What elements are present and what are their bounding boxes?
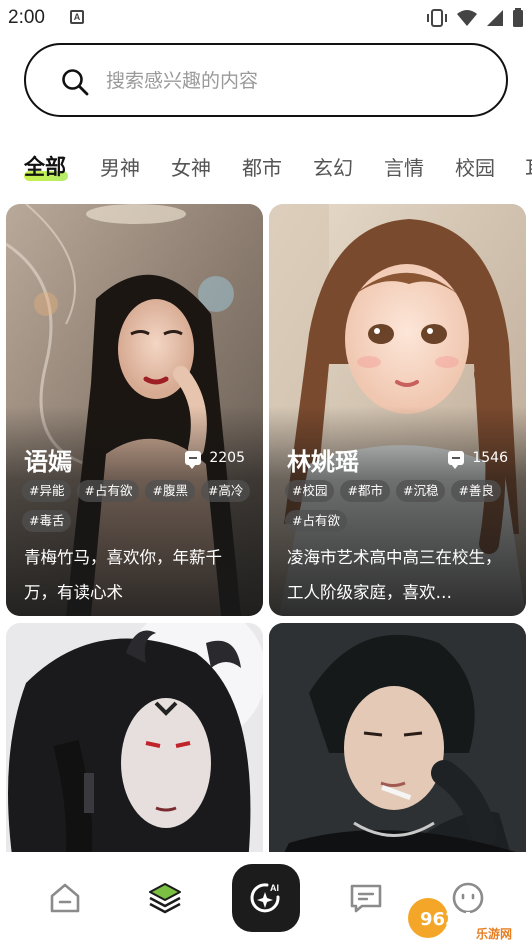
tag: #占有欲: [285, 510, 347, 532]
status-icons: [426, 8, 524, 28]
battery-icon: [513, 8, 523, 27]
tag: #校园: [285, 480, 335, 502]
character-card[interactable]: [6, 623, 263, 883]
tab-romance[interactable]: 言情: [384, 152, 424, 181]
character-portrait: [6, 623, 263, 883]
tab-all[interactable]: 全部: [24, 151, 66, 181]
category-tabs: 全部 男神 女神 都市 玄幻 言情 校园 耳: [0, 148, 532, 188]
tag: #高冷: [200, 480, 251, 502]
ai-create-button[interactable]: AI: [232, 864, 300, 932]
status-bar: 2:00 A: [0, 0, 532, 36]
character-card[interactable]: 语嫣 2205 #异能 #占有欲 #腹黑 #高冷 #毒舌 青梅竹马，喜欢你，年薪…: [6, 204, 263, 616]
signal-icon: [487, 10, 503, 26]
chat-count-value: 1546: [472, 450, 508, 466]
ai-label: AI: [270, 883, 279, 893]
tag: #占有欲: [77, 480, 140, 502]
search-input[interactable]: [106, 65, 486, 97]
tag: #沉稳: [395, 480, 446, 502]
chat-icon[interactable]: [348, 880, 384, 916]
tag: #异能: [22, 480, 72, 502]
character-description: 青梅竹马，喜欢你，年薪千万，有读心术: [24, 548, 222, 602]
character-card[interactable]: [269, 623, 526, 883]
home-icon[interactable]: [47, 880, 83, 916]
watermark-text-2: 乐游网: [476, 926, 512, 941]
chat-count: 2205: [185, 450, 245, 469]
tag-list: #校园 #都市 #沉稳 #善良 #占有欲: [285, 480, 515, 532]
tab-female-god[interactable]: 女神: [171, 152, 211, 181]
tag-list: #异能 #占有欲 #腹黑 #高冷 #毒舌: [22, 480, 252, 532]
character-portrait: [269, 623, 526, 883]
search-icon: [62, 69, 89, 96]
search-bar[interactable]: [24, 43, 508, 117]
site-watermark-logo: 962.NET 乐游网: [408, 898, 512, 941]
character-card[interactable]: 林姚瑶 1546 #校园 #都市 #沉稳 #善良 #占有欲 凌海市艺术高中高三在…: [269, 204, 526, 616]
status-time: 2:00: [8, 7, 45, 28]
tab-urban[interactable]: 都市: [242, 152, 282, 181]
wifi-icon: [457, 10, 477, 26]
tab-more[interactable]: 耳: [525, 152, 532, 181]
notification-a-icon: A: [70, 10, 84, 24]
ai-spark-icon: AI: [250, 883, 280, 913]
tab-campus[interactable]: 校园: [455, 152, 495, 181]
tag: #毒舌: [22, 510, 72, 532]
vibrate-icon: [427, 9, 447, 27]
tab-male-god[interactable]: 男神: [100, 152, 140, 181]
character-description: 凌海市艺术高中高三在校生，工人阶级家庭，喜欢…: [287, 548, 502, 602]
tab-fantasy[interactable]: 玄幻: [313, 152, 353, 181]
chat-count-value: 2205: [209, 450, 245, 466]
layers-icon[interactable]: [147, 880, 183, 916]
character-name: 林姚瑶: [287, 448, 359, 476]
tag: #都市: [340, 480, 390, 502]
chat-count: 1546: [448, 450, 508, 469]
chat-bubble-icon: [448, 451, 465, 469]
character-name: 语嫣: [24, 448, 72, 476]
tag: #腹黑: [145, 480, 195, 502]
tag: #善良: [451, 480, 501, 502]
chat-bubble-icon: [185, 451, 202, 469]
